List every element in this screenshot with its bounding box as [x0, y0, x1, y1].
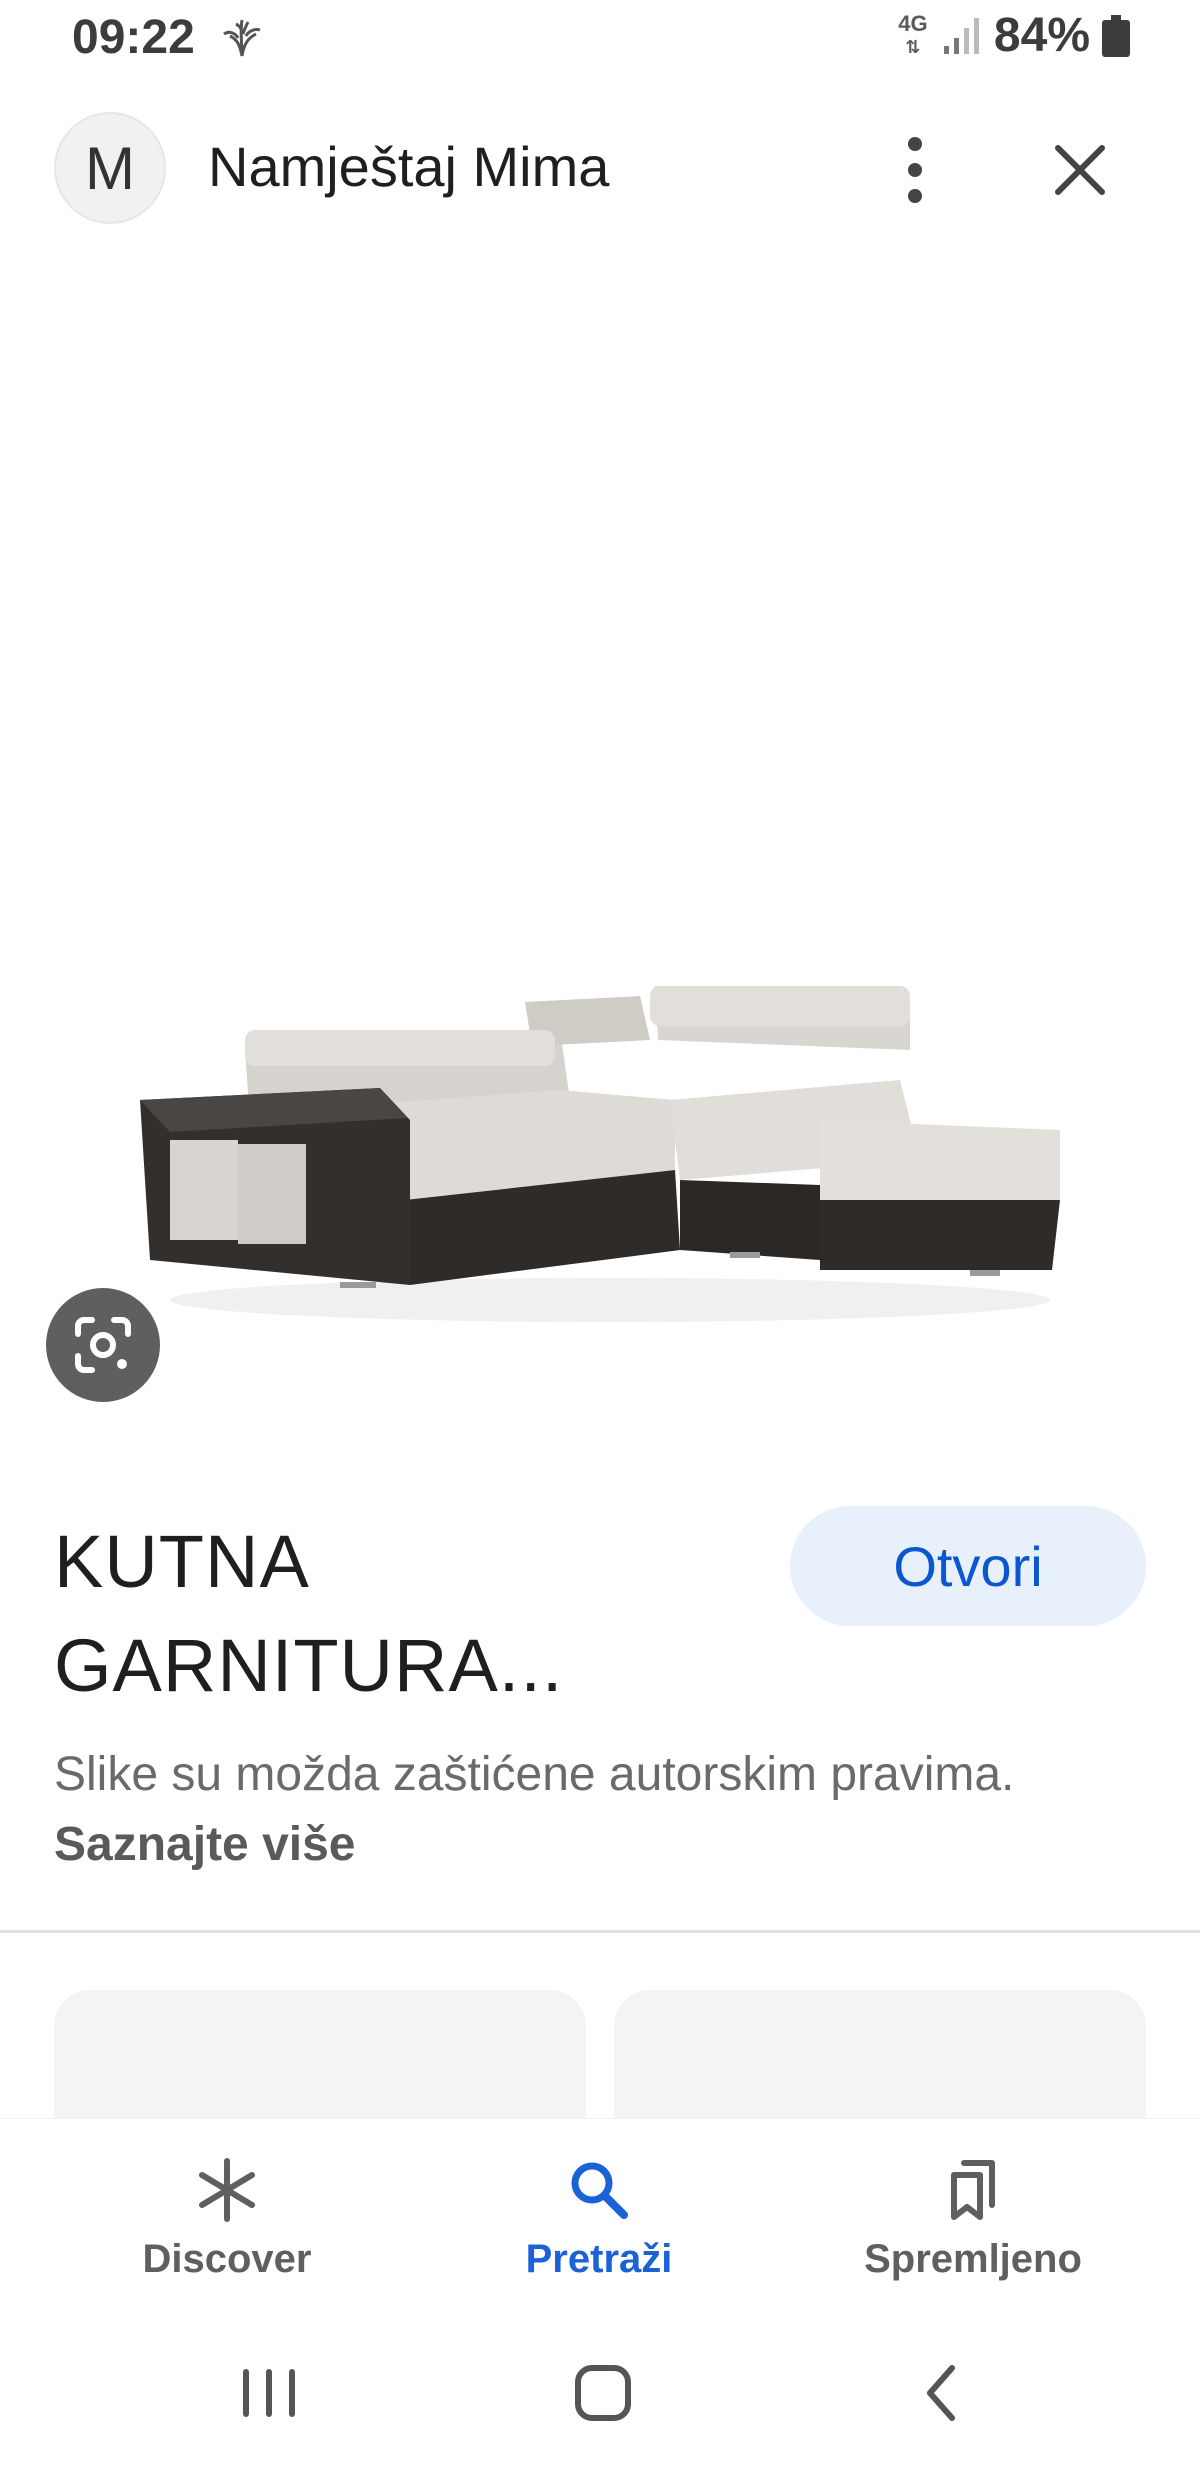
asterisk-icon	[199, 2158, 255, 2222]
divider	[0, 1930, 1200, 1933]
related-result-card[interactable]	[614, 1990, 1146, 2130]
nav-search[interactable]: Pretraži	[449, 2139, 749, 2299]
learn-more-link[interactable]: Saznajte više	[54, 1818, 356, 1871]
battery-percent: 84%	[993, 9, 1090, 62]
search-icon	[571, 2162, 628, 2219]
google-lens-icon	[75, 1317, 131, 1373]
network-type: 4G ⇅	[898, 11, 928, 58]
site-avatar[interactable]: M	[54, 112, 166, 224]
nav-label-saved: Spremljeno	[864, 2237, 1082, 2281]
open-button[interactable]: Otvori	[790, 1506, 1146, 1626]
more-vert-icon[interactable]	[880, 130, 950, 210]
bookmarks-icon	[951, 2160, 995, 2220]
bottom-navigation: Discover Pretraži Spremljeno	[0, 2118, 1200, 2318]
product-image-corner-sofa[interactable]	[140, 740, 1080, 1340]
related-result-card[interactable]	[54, 1990, 586, 2130]
back-icon[interactable]	[896, 2348, 986, 2438]
google-lens-button[interactable]	[46, 1288, 160, 1402]
copyright-notice: Slike su možda zaštićene autorskim pravi…	[54, 1740, 1134, 1880]
product-title: KUTNA GARNITURA...	[54, 1510, 754, 1718]
copyright-text: Slike su možda zaštićene autorskim pravi…	[54, 1748, 1015, 1801]
battery-icon	[1102, 14, 1130, 57]
site-title[interactable]: Namještaj Mima	[208, 134, 609, 199]
product-title-line1: KUTNA	[54, 1520, 310, 1603]
nav-saved[interactable]: Spremljeno	[823, 2139, 1123, 2299]
home-icon[interactable]	[558, 2348, 648, 2438]
source-header: M Namještaj Mima	[0, 100, 1200, 230]
status-time: 09:22	[72, 11, 195, 64]
product-title-line2: GARNITURA...	[54, 1624, 564, 1707]
nav-label-discover: Discover	[142, 2237, 312, 2281]
avatar-letter: M	[85, 134, 135, 202]
signal-icon	[943, 17, 979, 54]
flower-notification-icon	[223, 19, 261, 57]
nav-discover[interactable]: Discover	[77, 2139, 377, 2299]
close-icon[interactable]	[1040, 130, 1120, 210]
status-bar: 09:22 4G ⇅ 84%	[0, 0, 1200, 80]
recent-apps-icon[interactable]	[224, 2348, 314, 2438]
nav-label-search: Pretraži	[525, 2237, 673, 2281]
system-navigation	[0, 2318, 1200, 2466]
